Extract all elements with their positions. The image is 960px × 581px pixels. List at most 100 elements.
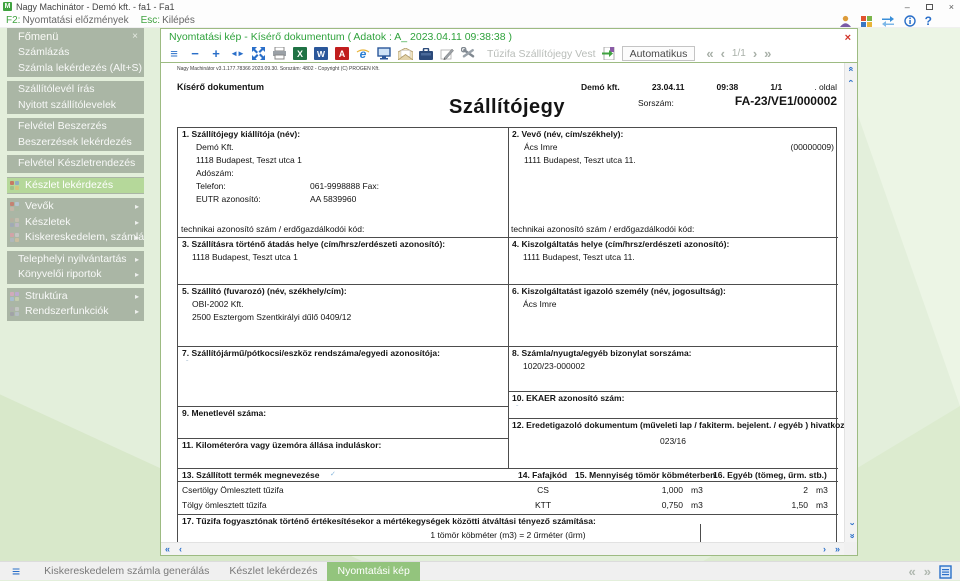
sidebar-item-label: Rendszerfunkciók [25,305,108,317]
menu-icon[interactable]: ≡ [166,46,182,61]
submenu-arrow-icon: ▸ [135,215,139,231]
doc-company: Demó kft. [581,82,620,92]
next-page-icon[interactable]: › [753,46,757,61]
preview-title-text: Nyomtatási kép - Kísérő dokumentum ( Ada… [169,31,512,43]
submenu-arrow-icon: ▸ [135,230,139,246]
main-menu-close-icon[interactable]: × [132,29,138,45]
maximize-button[interactable] [926,4,933,10]
table-header-check-icon: ✓ [330,470,336,478]
browser-icon[interactable]: e [355,46,371,61]
info-icon[interactable] [904,15,916,27]
sidebar-item-struktura[interactable]: Struktúra ▸ [7,289,144,305]
taskbar: ≡ Kiskereskedelem számla generálás Készl… [0,561,960,580]
s3-title: 3. Szállításra történő átadás helye (cím… [182,239,445,249]
vertical-scrollbar[interactable]: « ‹ ‹ « [844,63,857,542]
table-header-species: 14. Fafajkód [518,470,567,480]
sidebar-item-szallitolevel-iras[interactable]: Szállítólevél írás [7,82,144,98]
minimize-button[interactable]: – [905,2,910,12]
retail-icon [10,233,20,243]
automatic-mode-button[interactable]: Automatikus [622,46,696,61]
last-page-icon[interactable]: » [764,46,771,61]
doc-type-label: Kísérő dokumentum [177,82,264,92]
sidebar-item-keszlet-lekerdezes[interactable]: Készlet lekérdezés [7,178,144,194]
taskbar-list-icon[interactable] [939,565,952,579]
row1-product: Csertölgy Ömlesztett tűzifa [182,485,284,495]
export-pdf-icon[interactable]: A [334,46,350,61]
sidebar-item-felvetel-beszerzes[interactable]: Felvétel Beszerzés [7,119,144,135]
row1-qty: 1,000 [578,485,683,495]
taskbar-prev-icon[interactable]: « [909,564,916,579]
row2-qty: 0,750 [578,500,683,510]
s1-tax-label: Adószám: [196,168,234,178]
svg-text:A: A [339,49,346,59]
sidebar-item-nyitott-szallitolevelek[interactable]: Nyitott szállítólevelek [7,98,144,114]
taskbar-next-icon[interactable]: » [924,564,931,579]
edit-pen-icon[interactable] [439,46,455,61]
scroll-up-icon[interactable]: ‹ [846,75,858,88]
preview-close-icon[interactable]: × [845,30,851,46]
s1-title: 1. Szállítójegy kiállítója (név): [182,129,300,139]
sidebar-item-szamla-lekerdezes[interactable]: Számla lekérdezés (Alt+S) [7,61,144,77]
svg-text:e: e [360,47,367,60]
scroll-end-icon[interactable]: » [831,543,844,555]
sidebar-item-keszletek[interactable]: Készletek ▸ [7,215,144,231]
taskbar-tab-kiskereskedelem[interactable]: Kiskereskedelem számla generálás [34,562,219,581]
sidebar-item-vevok[interactable]: Vevők ▸ [7,199,144,215]
monitor-icon[interactable] [376,46,392,61]
main-menu-title-text: Főmenü [18,31,58,43]
main-menu-title: Főmenü × [7,29,144,45]
svg-text:W: W [317,49,326,59]
scroll-home-icon[interactable]: « [161,543,174,555]
sidebar-item-label: Struktúra [25,290,68,302]
export-excel-icon[interactable]: X [292,46,308,61]
table-header-product: 13. Szállított termék megnevezése [182,470,319,480]
export-word-icon[interactable]: W [313,46,329,61]
sync-arrows-icon[interactable] [881,16,895,27]
menu-esc-key[interactable]: Esc: [141,15,160,26]
sidebar-item-szamlazas[interactable]: Számlázás [7,45,144,61]
s12-title: 12. Eredetigazoló dokumentum (műveleti l… [512,420,844,430]
taskbar-tab-nyomtatasi-kep[interactable]: Nyomtatási kép [327,562,419,581]
sidebar-item-beszerzesek-lekerdezes[interactable]: Beszerzések lekérdezés [7,135,144,151]
help-icon[interactable]: ? [925,14,932,28]
svg-text:X: X [297,49,303,59]
menu-exit[interactable]: Kilépés [162,15,195,26]
sidebar-item-konyveloi-riportok[interactable]: Könyvelői riportok ▸ [7,267,144,283]
settings-tools-icon[interactable] [460,46,476,61]
modules-icon[interactable] [861,16,872,27]
report-mode-icon[interactable] [601,46,617,61]
s8-value: 1020/23-000002 [523,361,585,371]
sidebar-item-rendszerfunkciok[interactable]: Rendszerfunkciók ▸ [7,304,144,320]
fit-page-icon[interactable] [250,46,266,61]
scroll-bottom-icon[interactable]: « [846,530,858,543]
doc-time: 09:38 [717,82,739,92]
first-page-icon[interactable]: « [706,46,713,61]
email-icon[interactable] [397,46,413,61]
scroll-right-icon[interactable]: › [818,543,831,555]
doc-meta-line: Nagy Machinátor v3.1.177.78366 2023.09.3… [177,66,380,72]
sidebar-item-telephelyi-nyilvantartas[interactable]: Telephelyi nyilvántartás ▸ [7,252,144,268]
menu-f2-key[interactable]: F2: [6,15,20,26]
row2-product: Tölgy ömlesztett tűzifa [182,500,267,510]
user-icon[interactable] [839,15,852,27]
app-logo-icon: M [3,2,12,11]
s2-name: Ács Imre [524,142,558,152]
zoom-out-icon[interactable]: − [187,46,203,61]
row1-species: CS [513,485,573,495]
s4-value: 1111 Budapest, Teszt utca 11. [523,252,635,262]
archive-icon[interactable] [418,46,434,61]
zoom-in-icon[interactable]: + [208,46,224,61]
sidebar-item-felvetel-keszletrendezes[interactable]: Felvétel Készletrendezés [7,156,144,172]
s10-title: 10. EKAER azonosító szám: [512,393,624,403]
sidebar-item-kiskereskedelem[interactable]: Kiskereskedelem, számlázás ▸ [7,230,144,246]
scroll-left-icon[interactable]: ‹ [174,543,187,555]
fit-width-icon[interactable]: ◄► [229,46,245,61]
menu-print-history[interactable]: Nyomtatási előzmények [22,15,128,26]
close-button[interactable]: × [949,2,954,12]
s2-address: 1111 Budapest, Teszt utca 11. [524,155,636,165]
taskbar-menu-icon[interactable]: ≡ [12,563,20,579]
taskbar-tab-keszlet-lekerdezes[interactable]: Készlet lekérdezés [219,562,327,581]
previous-page-icon[interactable]: ‹ [721,46,725,61]
horizontal-scrollbar[interactable]: « ‹ › » [161,542,844,555]
print-icon[interactable] [271,46,287,61]
